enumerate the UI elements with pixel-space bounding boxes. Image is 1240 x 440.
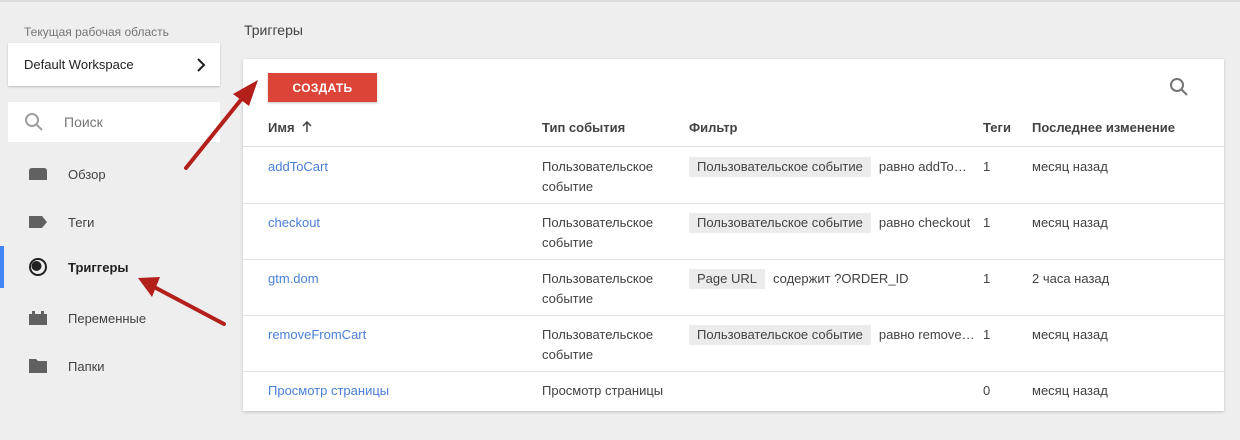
event-type: Пользовательское событие [542,327,654,362]
filter-chip: Пользовательское событие [689,325,871,345]
column-header-label: Имя [268,120,295,135]
triggers-card: СОЗДАТЬ Имя Тип события Фильтр Теги Посл… [243,59,1224,411]
search-placeholder: Поиск [64,114,103,130]
filter-value: равно checkout [878,215,971,230]
filter-value: равно addToCart [878,159,975,174]
top-divider [0,0,1240,2]
sidebar-item-tags[interactable]: Теги [0,198,232,246]
trigger-name-link[interactable]: addToCart [268,157,328,177]
column-header-name[interactable]: Имя [268,120,312,135]
sort-up-icon [302,121,312,132]
filter-value: содержит ?ORDER_ID [772,271,909,286]
sidebar-item-triggers[interactable]: Триггеры [0,246,232,288]
workspace-selector[interactable]: Default Workspace [8,43,220,86]
trigger-name-link[interactable]: removeFromCart [268,325,366,345]
chevron-right-icon [197,57,206,72]
column-header-event-type[interactable]: Тип события [542,120,625,135]
table-header: Имя Тип события Фильтр Теги Последнее из… [243,115,1224,147]
filter-cell: Пользовательское событие равно checkout [689,213,970,233]
sidebar-item-overview[interactable]: Обзор [0,150,232,198]
sidebar-item-label: Триггеры [68,259,129,275]
last-modified: 2 часа назад [1032,271,1110,286]
create-trigger-button[interactable]: СОЗДАТЬ [268,73,377,102]
sidebar-item-label: Обзор [68,166,106,182]
overview-icon [28,164,48,184]
workspace-name: Default Workspace [24,57,134,72]
last-modified: месяц назад [1032,383,1108,398]
filter-value: равно removeFromCart [878,327,975,342]
sidebar-item-label: Переменные [68,310,147,326]
filter-chip: Page URL [689,269,765,289]
column-header-tags[interactable]: Теги [983,120,1011,135]
column-header-filter[interactable]: Фильтр [689,120,738,135]
event-type: Пользовательское событие [542,159,654,194]
tags-count: 0 [983,383,991,398]
filter-cell: Page URL содержит ?ORDER_ID [689,269,909,289]
page-title: Триггеры [244,22,303,38]
table-row[interactable]: gtm.dom Пользовательское событие Page URL… [243,260,1224,316]
tag-icon [28,212,48,232]
sidebar-item-label: Папки [68,358,105,374]
trigger-name-link[interactable]: gtm.dom [268,269,319,289]
last-modified: месяц назад [1032,159,1108,174]
event-type: Пользовательское событие [542,215,654,250]
sidebar-search[interactable]: Поиск [8,102,220,142]
sidebar-nav: Обзор Теги Триггеры Переменные Папки [0,150,232,390]
trigger-name-link[interactable]: checkout [268,213,320,233]
tags-count: 1 [983,327,991,342]
sidebar-item-label: Теги [68,214,95,230]
tags-count: 1 [983,215,991,230]
last-modified: месяц назад [1032,215,1108,230]
sidebar-item-folders[interactable]: Папки [0,342,232,390]
filter-cell: Пользовательское событие равно addToCart [689,157,975,177]
table-row[interactable]: Просмотр страницы Просмотр страницы 0 ме… [243,372,1224,428]
table-row[interactable]: addToCart Пользовательское событие Пользо… [243,148,1224,204]
workspace-label: Текущая рабочая область [24,25,169,39]
column-header-modified[interactable]: Последнее изменение [1032,120,1175,135]
filter-chip: Пользовательское событие [689,213,871,233]
event-type: Просмотр страницы [542,383,664,398]
trigger-icon [28,257,48,277]
trigger-name-link[interactable]: Просмотр страницы [268,381,389,401]
event-type: Пользовательское событие [542,271,654,306]
table-row[interactable]: checkout Пользовательское событие Пользов… [243,204,1224,260]
tags-count: 1 [983,159,991,174]
filter-chip: Пользовательское событие [689,157,871,177]
filter-cell: Пользовательское событие равно removeFrom… [689,325,975,345]
triggers-table-body: addToCart Пользовательское событие Пользо… [243,148,1224,428]
tags-count: 1 [983,271,991,286]
search-icon[interactable] [1169,77,1189,97]
search-icon [25,113,43,131]
table-row[interactable]: removeFromCart Пользовательское событие П… [243,316,1224,372]
last-modified: месяц назад [1032,327,1108,342]
sidebar-item-variables[interactable]: Переменные [0,294,232,342]
variables-icon [28,308,48,328]
folder-icon [28,356,48,376]
